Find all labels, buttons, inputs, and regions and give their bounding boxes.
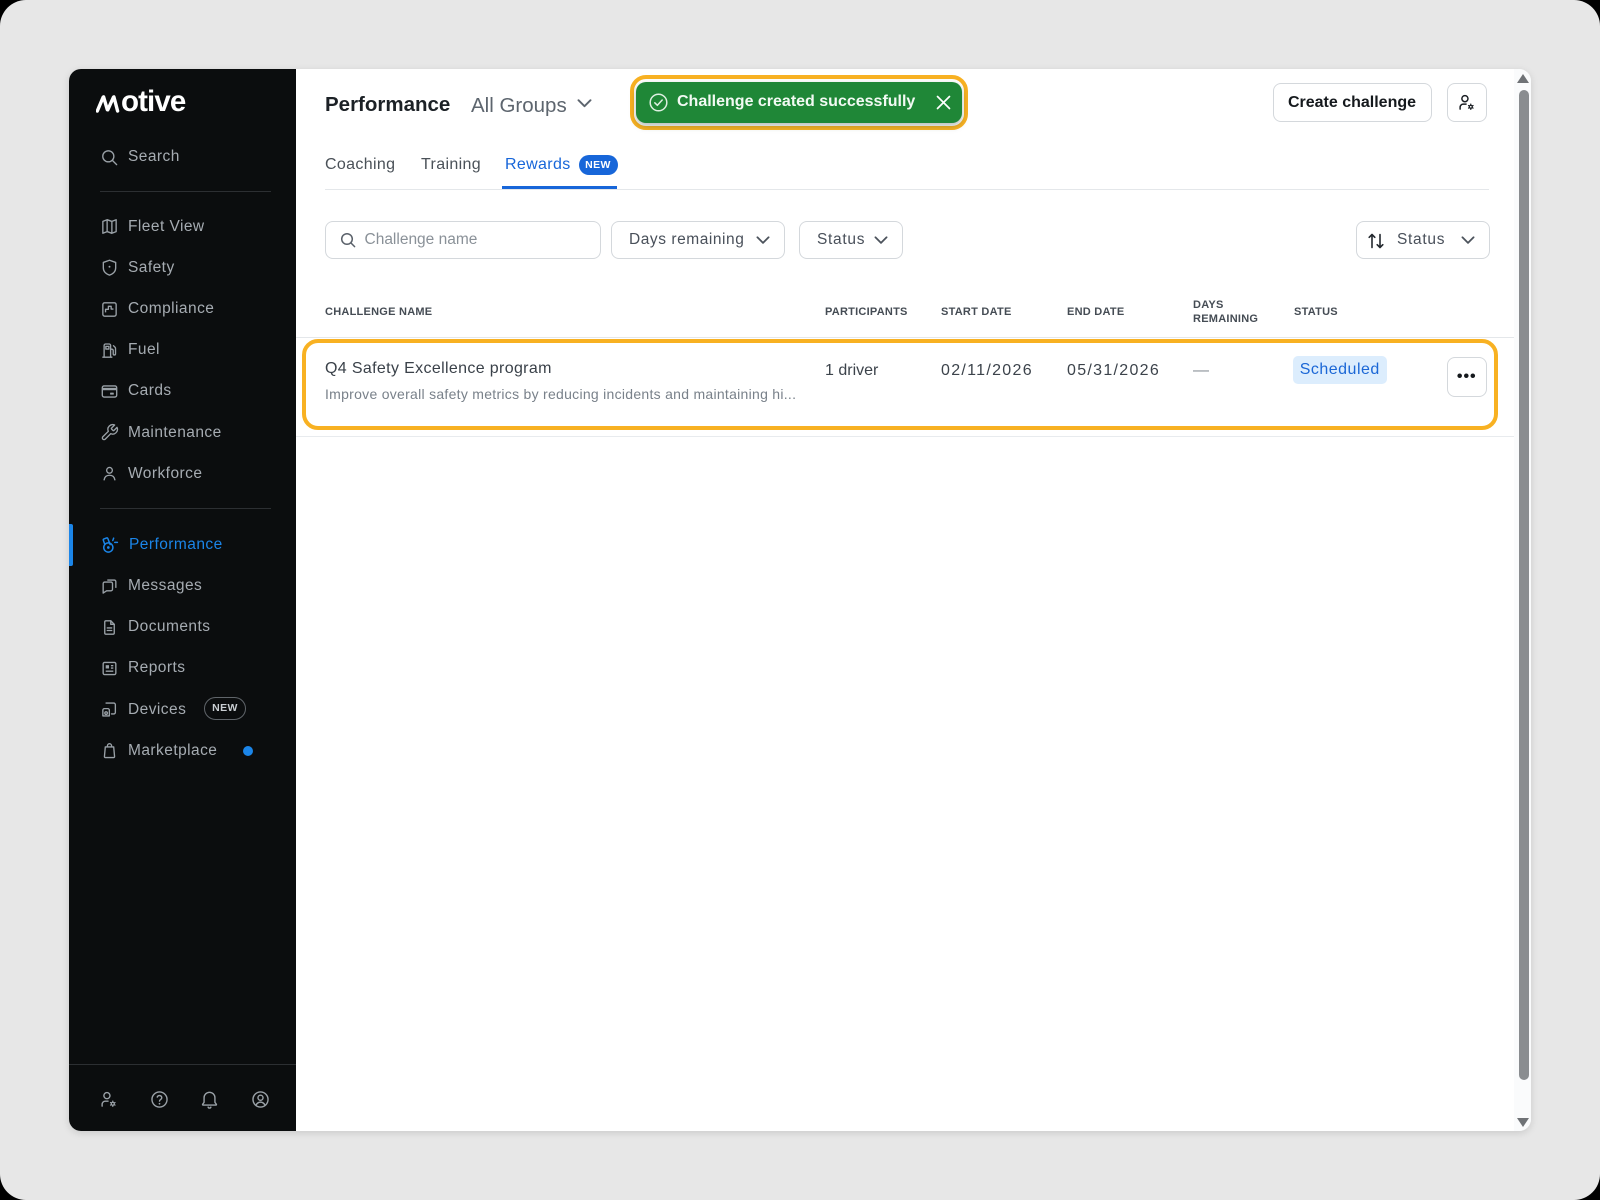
svg-text:otive: otive [121,88,186,116]
